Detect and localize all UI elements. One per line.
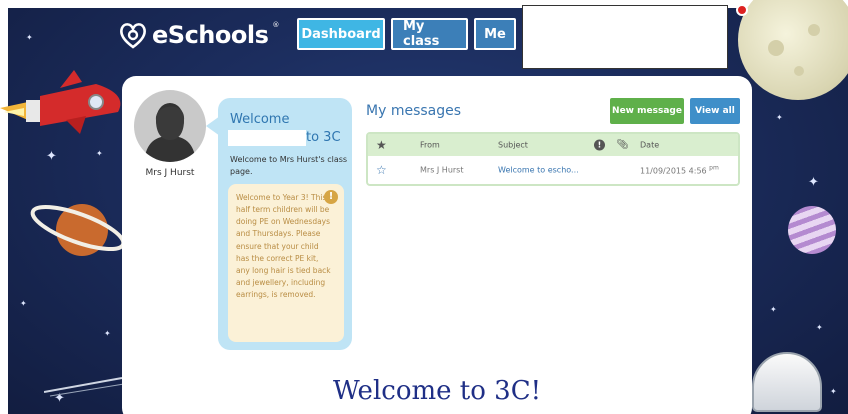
eschools-logo[interactable]: eSchools ® <box>118 18 279 52</box>
nav-dashboard-button[interactable]: Dashboard <box>297 18 385 50</box>
screen-frame-left <box>0 0 8 414</box>
star: ✦ <box>776 113 783 122</box>
pin-icon <box>736 4 748 16</box>
avatar[interactable] <box>134 90 206 162</box>
star: ✦ <box>20 299 27 308</box>
person-silhouette-icon <box>144 103 196 162</box>
star: ✦ <box>808 175 819 190</box>
redacted-region <box>228 130 306 146</box>
view-all-button[interactable]: View all <box>690 98 740 124</box>
welcome-text: Welcome to Mrs Hurst's class page. <box>230 155 348 176</box>
welcome-title: Welcome <box>230 112 290 127</box>
nav-my-class-button[interactable]: My class <box>391 18 468 50</box>
star: ✦ <box>770 305 777 314</box>
column-subject[interactable]: Subject <box>498 141 528 150</box>
message-date-suffix: pm <box>709 164 719 172</box>
welcome-panel: Welcome to 3C Welcome to Mrs Hurst's cla… <box>218 98 352 350</box>
star-outline-icon[interactable]: ☆ <box>376 163 387 177</box>
column-from[interactable]: From <box>420 141 440 150</box>
profile-name: Mrs J Hurst <box>145 168 195 178</box>
star-filled-icon[interactable]: ★ <box>376 138 387 152</box>
logo-text: eSchools <box>152 21 269 49</box>
main-card: Mrs J Hurst Welcome to 3C Welcome to Mrs… <box>122 76 752 414</box>
logo-heart-icon <box>120 23 146 49</box>
new-message-button[interactable]: New message <box>610 98 684 124</box>
class-notice-text: Welcome to Year 3! This half term childr… <box>236 193 331 300</box>
spaceship-illustration <box>752 352 822 412</box>
star: ✦ <box>26 33 33 42</box>
message-date-value: 11/09/2015 4:56 <box>640 166 707 176</box>
nav-me-button[interactable]: Me <box>474 18 516 50</box>
rocket-illustration <box>0 70 121 134</box>
star: ✦ <box>96 149 103 158</box>
ringed-planet-illustration <box>30 204 126 256</box>
exclamation-icon: ! <box>324 190 338 204</box>
messages-table: ★ From Subject ! 📎︎ Date ☆ Mrs J Hurst W… <box>366 132 740 186</box>
message-date: 11/09/2015 4:56 pm <box>640 165 719 176</box>
star: ✦ <box>46 149 57 164</box>
redacted-region <box>522 5 728 69</box>
column-date[interactable]: Date <box>640 141 659 150</box>
welcome-title-suffix: to 3C <box>306 130 341 145</box>
messages-table-header: ★ From Subject ! 📎︎ Date <box>368 134 738 156</box>
messages-title: My messages <box>366 103 462 119</box>
message-subject[interactable]: Welcome to escho... <box>498 166 579 175</box>
message-row[interactable]: ☆ Mrs J Hurst Welcome to escho... 11/09/… <box>368 156 738 184</box>
page-heading: Welcome to 3C! <box>332 376 542 406</box>
star: ✦ <box>104 329 111 338</box>
star: ✦ <box>816 323 823 332</box>
priority-icon[interactable]: ! <box>594 139 605 151</box>
registered-mark: ® <box>272 21 280 29</box>
star: ✦ <box>830 387 837 396</box>
message-from: Mrs J Hurst <box>420 165 464 175</box>
moon-illustration <box>738 0 848 100</box>
satellite-illustration <box>44 377 124 397</box>
purple-planet-illustration <box>788 206 836 254</box>
class-notice: Welcome to Year 3! This half term childr… <box>228 184 344 342</box>
paperclip-icon[interactable]: 📎︎ <box>616 140 629 151</box>
